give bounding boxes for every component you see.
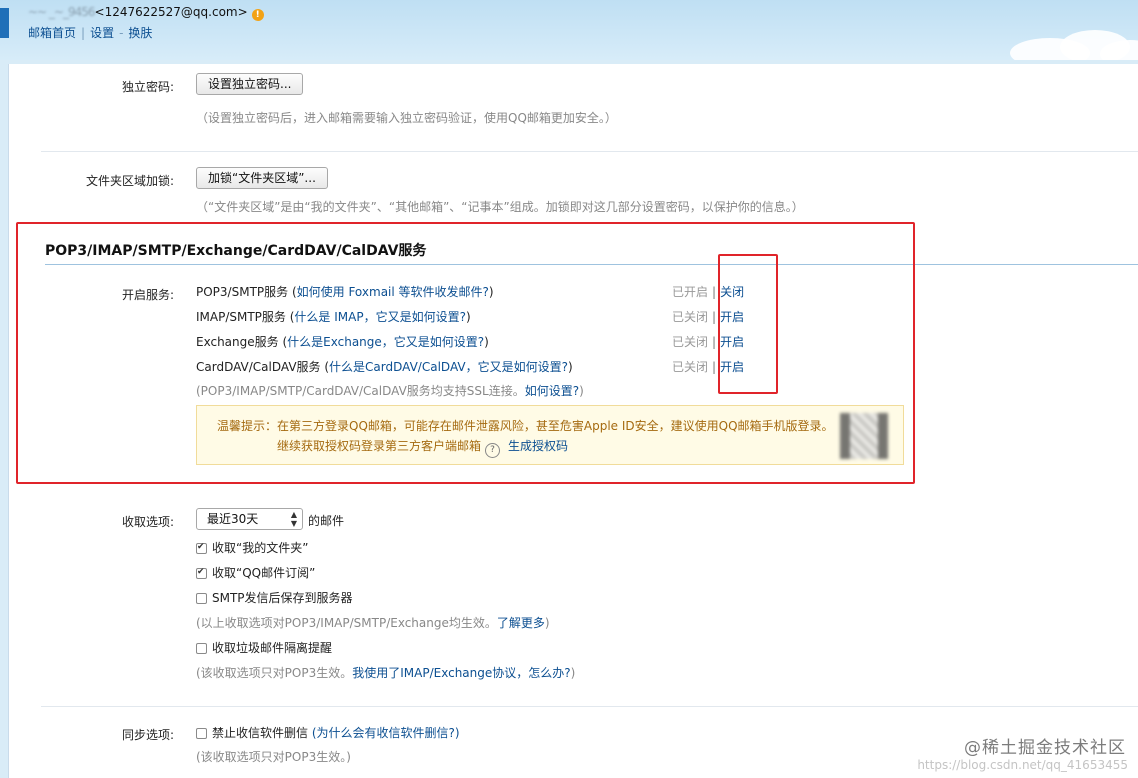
watermark-text: @稀土掘金技术社区 xyxy=(964,738,1126,758)
highlight-box-toggles xyxy=(718,254,778,394)
checkbox-unchecked[interactable] xyxy=(196,728,207,739)
pop3-only-note: (该收取选项只对POP3生效。我使用了IMAP/Exchange协议，怎么办?) xyxy=(196,664,575,681)
link-change-skin[interactable]: 换肤 xyxy=(128,26,152,40)
option-prevent-delete[interactable]: 禁止收信软件删信 (为什么会有收信软件删信?) xyxy=(196,724,460,741)
mail-logo xyxy=(0,8,9,38)
lock-folder-area-button[interactable]: 加锁“文件夹区域”... xyxy=(196,167,328,189)
option-label: 收取垃圾邮件隔离提醒 xyxy=(212,641,333,655)
learn-more-link[interactable]: 了解更多 xyxy=(497,616,545,630)
mail-header: ~~ _~_9456<1247622527@qq.com>! 邮箱首页 | 设置 - 换… xyxy=(0,0,1138,60)
account-info: ~~ _~_9456<1247622527@qq.com>! xyxy=(28,5,264,21)
checkbox-unchecked[interactable] xyxy=(196,643,207,654)
option-label: 收取“我的文件夹” xyxy=(212,541,309,555)
folder-lock-note: （“文件夹区域”是由“我的文件夹”、“其他邮箱”、“记事本”组成。加锁即对这几部… xyxy=(196,200,804,214)
independent-password-label: 独立密码: xyxy=(121,80,174,94)
independent-password-note: （设置独立密码后，进入邮箱需要输入独立密码验证，使用QQ邮箱更加安全。） xyxy=(196,111,617,125)
pop3-note-text: (该收取选项只对POP3生效。 xyxy=(196,666,353,680)
link-separator: | xyxy=(81,26,86,40)
warning-icon[interactable]: ! xyxy=(251,9,264,21)
receive-options-label: 收取选项: xyxy=(121,515,174,529)
select-arrows-icon: ▲ ▼ xyxy=(290,510,298,528)
link-separator: - xyxy=(119,26,124,40)
account-name-blurred: ~~ _~_9456 xyxy=(28,5,96,19)
checkbox-unchecked[interactable] xyxy=(196,593,207,604)
option-label: 禁止收信软件删信 xyxy=(212,726,309,740)
folder-lock-label: 文件夹区域加锁: xyxy=(85,174,174,188)
sync-note: (该收取选项只对POP3生效。) xyxy=(196,750,351,764)
receive-range-select[interactable]: 最近30天 ▲ ▼ xyxy=(196,508,303,530)
receive-note-text: (以上收取选项对POP3/IMAP/SMTP/Exchange均生效。 xyxy=(196,616,497,630)
set-independent-password-button[interactable]: 设置独立密码... xyxy=(196,73,304,95)
option-smtp-save[interactable]: SMTP发信后保存到服务器 xyxy=(196,589,353,606)
option-label: SMTP发信后保存到服务器 xyxy=(212,591,353,605)
watermark-url: https://blog.csdn.net/qq_41653455 xyxy=(917,758,1128,772)
imap-exchange-help-link[interactable]: 我使用了IMAP/Exchange协议，怎么办? xyxy=(352,666,570,680)
account-email: <1247622527@qq.com> xyxy=(94,5,248,19)
link-mail-home[interactable]: 邮箱首页 xyxy=(28,26,76,40)
option-label: 收取“QQ邮件订阅” xyxy=(212,566,316,580)
settings-panel: 独立密码: 设置独立密码... （设置独立密码后，进入邮箱需要输入独立密码验证，… xyxy=(8,64,1138,778)
option-qq-subscriptions[interactable]: 收取“QQ邮件订阅” xyxy=(196,564,315,581)
divider xyxy=(41,706,1138,707)
link-settings[interactable]: 设置 xyxy=(90,26,114,40)
why-delete-help-link[interactable]: (为什么会有收信软件删信?) xyxy=(312,726,460,740)
pop3-note-end: ) xyxy=(570,666,576,680)
receive-options-note: (以上收取选项对POP3/IMAP/SMTP/Exchange均生效。了解更多) xyxy=(196,614,550,631)
option-junk-reminder[interactable]: 收取垃圾邮件隔离提醒 xyxy=(196,639,332,656)
sync-options-label: 同步选项: xyxy=(121,728,174,742)
receive-range-suffix: 的邮件 xyxy=(308,514,345,528)
checkbox-checked[interactable] xyxy=(196,567,207,579)
checkbox-checked[interactable] xyxy=(196,542,207,554)
highlight-box-services xyxy=(16,222,915,484)
receive-range-value: 最近30天 xyxy=(207,512,259,526)
option-my-folders[interactable]: 收取“我的文件夹” xyxy=(196,539,308,556)
divider xyxy=(41,151,1138,152)
header-links: 邮箱首页 | 设置 - 换肤 xyxy=(28,24,152,41)
receive-note-end: ) xyxy=(544,616,550,630)
